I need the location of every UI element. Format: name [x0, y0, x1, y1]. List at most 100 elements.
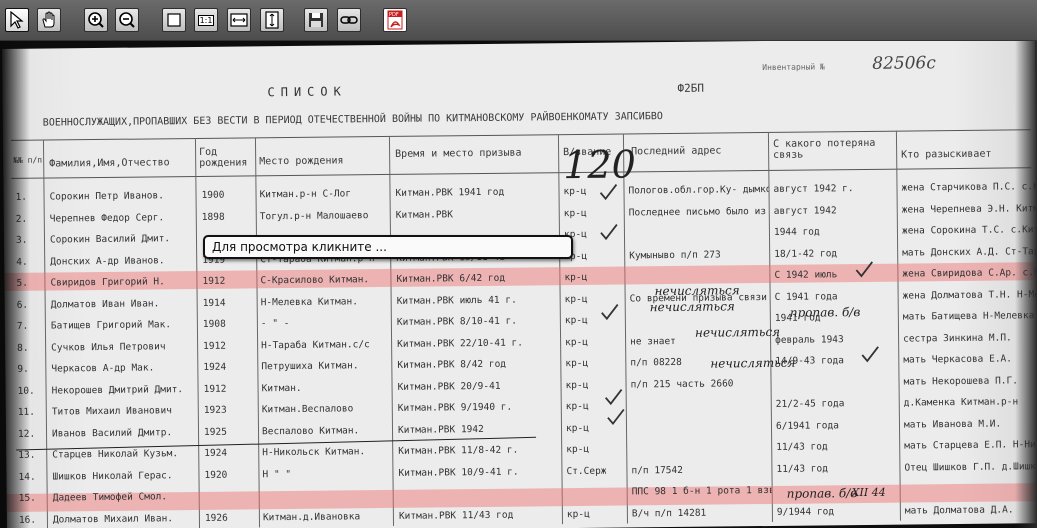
scanned-document-page[interactable]: Инвентарный № 82506с СПИСОК Ф2БП ВОЕННОС…: [2, 41, 1037, 528]
table-cell-draft: Китман.РВК июль 41 г.: [396, 294, 517, 307]
col-header-draft: Время и место призыва: [395, 147, 522, 160]
table-cell-name: Долматов Иван Иван.: [50, 297, 160, 311]
col-header-address: Последний адрес: [631, 145, 722, 158]
table-cell-draft: Китман.РВК 10/9-41 г.: [398, 466, 519, 479]
table-cell-address: п/п 215 часть 2660: [630, 377, 734, 390]
table-cell-birthplace: Китман.д.Ивановка: [262, 510, 361, 523]
hand-icon: [42, 11, 55, 28]
table-cell-year: 1908: [202, 318, 226, 330]
table-cell-draft: [396, 229, 558, 231]
document-subtitle: ВОЕННОСЛУЖАЩИХ,ПРОПАВШИХ БЕЗ ВЕСТИ В ПЕР…: [42, 111, 663, 129]
actual-size-button[interactable]: 1:1: [194, 8, 218, 32]
check-mark-icon: [600, 224, 618, 241]
table-cell-year: 1912: [203, 383, 227, 395]
select-tool-button[interactable]: [5, 8, 29, 32]
handwritten-note: нечисляться: [694, 324, 781, 340]
pdf-export-button[interactable]: PDF: [383, 8, 407, 32]
table-cell-address: Пологов.обл.гор.Ку- дымкор З/Г 2572: [628, 183, 769, 197]
table-cell-rank: [567, 487, 625, 488]
table-cell-year: 1924: [203, 361, 227, 373]
table-cell-name: Долматов Михаил Иван.: [52, 512, 174, 525]
tooltip-text: Для просмотра кликните ...: [212, 240, 387, 254]
table-cell-birthplace: [260, 231, 390, 232]
page-edge-shadow: [1015, 41, 1037, 528]
table-cell-draft: Китман.РВК 22/10-41 г.: [397, 337, 524, 350]
table-cell-lost: 21/2-45 года: [775, 398, 845, 410]
table-cell-lost: 11/43 год: [776, 441, 828, 453]
table-cell-birthplace: Н " ": [262, 468, 292, 480]
check-mark-icon: [855, 261, 873, 278]
handwritten-note: нечисляться: [649, 299, 735, 315]
table-cell-birthplace: Тогул.р-н Малошаево: [259, 209, 369, 222]
col-header-name: Фамилия,Имя,Отчество: [49, 157, 170, 170]
fit-height-button[interactable]: [260, 8, 284, 32]
click-to-view-tooltip[interactable]: Для просмотра кликните ...: [203, 235, 573, 259]
link-icon: [340, 16, 358, 24]
table-cell-lost: февраль 1943: [775, 333, 844, 346]
archive-stamp: Инвентарный №: [762, 62, 825, 73]
table-cell-birthplace: Китман.: [261, 382, 302, 394]
table-cell-lost: С 1941 года: [774, 290, 838, 303]
table-cell-draft: Китман.РВК 6/42 год: [396, 272, 506, 285]
document-title: СПИСОК: [267, 84, 347, 100]
cursor-arrow-icon: [10, 11, 24, 29]
zoom-in-button[interactable]: [84, 8, 108, 32]
check-mark-icon: [601, 304, 619, 321]
table-cell-name: Сорокин Василий Дмит.: [49, 233, 171, 246]
table-cell-draft: [399, 487, 561, 489]
col-header-seeker: Кто разыскивает: [901, 148, 992, 161]
page-icon: [167, 13, 181, 27]
table-cell-rank: кр-ц: [566, 508, 590, 520]
table-cell-rank: кр-ц: [564, 271, 588, 284]
table-cell-birthplace: Китман.Веспалово: [261, 403, 354, 416]
fit-page-button[interactable]: [162, 8, 186, 32]
fit-width-icon: [230, 13, 248, 27]
table-cell-rank: кр-ц: [565, 336, 589, 348]
actual-size-icon: 1:1: [197, 14, 215, 26]
table-cell-address: ППС 98 1 б-н 1 рота 1 взвод: [631, 484, 772, 498]
table-cell-lost: август 1942 г.: [773, 183, 854, 195]
table-cell-rank: кр-ц: [563, 207, 587, 219]
save-button[interactable]: [304, 8, 328, 32]
document-viewer[interactable]: Инвентарный № 82506с СПИСОК Ф2БП ВОЕННОС…: [0, 41, 1037, 528]
table-cell-lost: [775, 376, 897, 377]
table-cell-year: 1926: [204, 512, 228, 524]
fit-width-button[interactable]: [227, 8, 251, 32]
table-cell-year: 1914: [202, 297, 226, 309]
handwritten-note: пропав. б/в: [786, 486, 858, 501]
table-cell-birthplace: Китман.р-н С-Лог: [259, 188, 352, 201]
table-cell-year: 1924: [204, 447, 228, 459]
form-code: Ф2БП: [677, 81, 705, 95]
table-cell-name: Титов Михаил Иванович: [51, 405, 172, 418]
table-cell-name: Батищев Григорий Мак.: [50, 319, 172, 332]
table-cell-rank: Ст.Серж: [566, 465, 607, 477]
table-cell-year: 1900: [201, 189, 225, 201]
table-cell-birthplace: Н-Тараба Китман.с/с: [261, 338, 370, 351]
table-cell-address: [631, 420, 771, 421]
table-cell-year: 1912: [202, 275, 226, 287]
table-cell-year: [202, 232, 254, 233]
table-cell-rank: кр-ц: [566, 443, 590, 456]
table-cell-draft: Китман.РВК 9/1940 г.: [397, 401, 513, 414]
table-cell-lost: 11/43 год: [776, 462, 828, 475]
table-cell-address: [629, 227, 769, 228]
link-button[interactable]: [337, 8, 361, 32]
check-mark-icon: [861, 346, 879, 363]
table-cell-name: Сорокин Петр Иванов.: [49, 190, 164, 203]
table-cell-name: Черепнев Федор Серг.: [49, 211, 165, 225]
table-cell-year: 1925: [203, 426, 227, 438]
table-cell-year: 1898: [201, 211, 225, 223]
table-cell-address: [629, 270, 769, 271]
table-cell-name: Иванов Василий Дмитр.: [51, 426, 173, 439]
zoom-out-button[interactable]: [115, 8, 139, 32]
pan-tool-button[interactable]: [37, 8, 61, 32]
zoom-out-icon: [119, 12, 135, 28]
table-cell-name: Свиридов Григорий Н.: [50, 276, 165, 289]
table-cell-lost: 1944 год: [773, 226, 820, 238]
table-cell-name: Некорошев Дмитрий Дмит.: [51, 383, 184, 396]
table-cell-draft: Китман.РВК 8/10-41 г.: [396, 315, 518, 328]
table-cell-lost: 6/1941 года: [775, 419, 839, 432]
table-cell-lost: 9/1944 год: [776, 505, 835, 518]
handwritten-note: XII 44: [851, 485, 886, 500]
table-cell-name: Старцев Николай Кузьм.: [52, 448, 179, 461]
